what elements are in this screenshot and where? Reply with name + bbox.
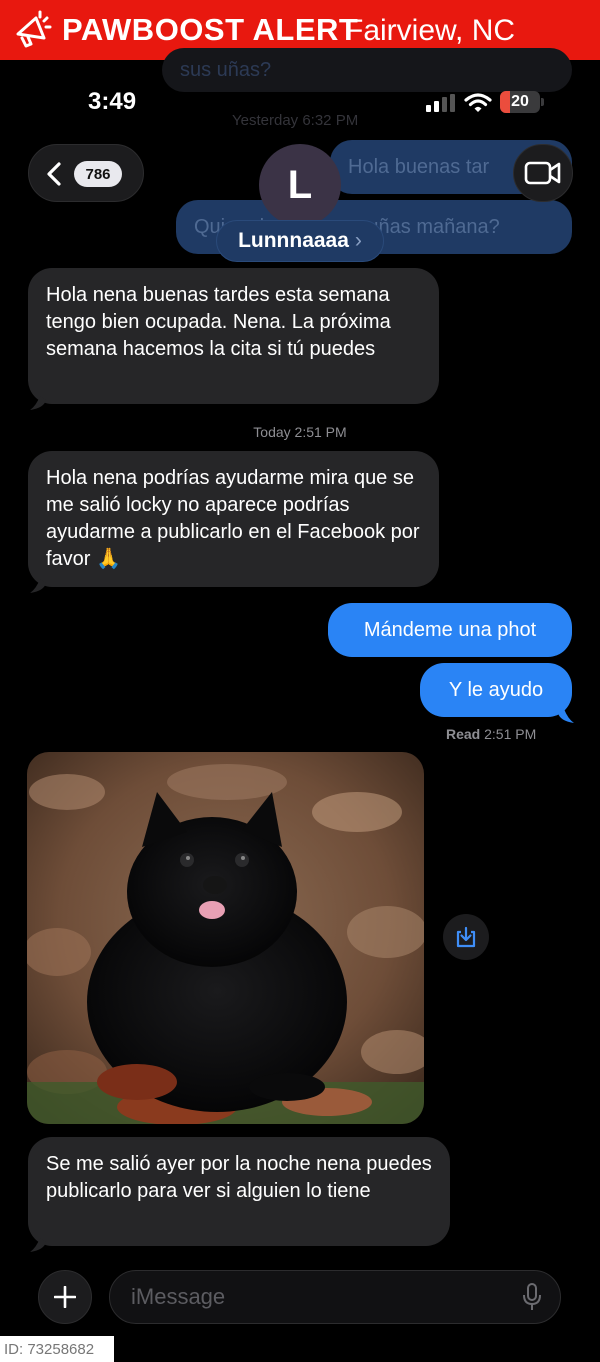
facetime-video-button[interactable] — [513, 144, 573, 202]
photo-attachment-dog[interactable] — [27, 752, 424, 1124]
bubble-tail — [30, 579, 46, 593]
cellular-signal-icon — [426, 94, 455, 112]
message-bubble-outgoing[interactable]: Y le ayudo — [420, 663, 572, 717]
ghost-timestamp: Yesterday 6:32 PM — [232, 112, 359, 129]
contact-name-button[interactable]: Lunnnaaaa › — [216, 220, 384, 262]
message-text: Mándeme una phot — [363, 618, 537, 641]
bubble-tail — [558, 709, 574, 723]
save-photo-button[interactable] — [443, 914, 489, 960]
alert-megaphone-icon — [16, 10, 52, 48]
banner-brand: PAWBOOST ALERT — [62, 12, 359, 47]
ghost-bubble-top-text: sus uñas? — [180, 58, 272, 81]
contact-avatar[interactable]: L — [259, 144, 341, 226]
message-bubble-outgoing[interactable]: Mándeme una phot — [328, 603, 572, 657]
imessage-placeholder[interactable]: iMessage — [131, 1284, 225, 1310]
read-label: Read — [446, 726, 481, 742]
message-bubble-incoming[interactable]: Hola nena buenas tardes esta semana teng… — [28, 268, 439, 404]
unread-count-badge[interactable]: 786 — [74, 161, 122, 187]
video-camera-icon — [524, 161, 561, 185]
microphone-icon[interactable] — [522, 1282, 542, 1312]
contact-name: Lunnnaaaa — [238, 229, 349, 252]
chevron-right-icon: › — [354, 229, 362, 252]
message-bubble-incoming[interactable]: Se me salió ayer por la noche nena puede… — [28, 1137, 450, 1246]
battery-percent: 20 — [511, 93, 529, 110]
pawboost-id-tag: ID: 73258682 — [0, 1336, 114, 1362]
plus-icon — [54, 1286, 76, 1308]
message-text: Hola nena podrías ayudarme mira que se m… — [46, 467, 420, 570]
message-bubble-incoming[interactable]: Hola nena podrías ayudarme mira que se m… — [28, 451, 439, 587]
chevron-left-icon[interactable] — [44, 162, 64, 186]
message-text: Hola nena buenas tardes esta semana teng… — [46, 284, 391, 360]
message-text: Se me salió ayer por la noche nena puede… — [46, 1153, 432, 1202]
ghost-bubble-hola-text: Hola buenas tar — [348, 155, 490, 178]
status-time: 3:49 — [88, 88, 137, 115]
battery-nub — [541, 98, 544, 106]
download-icon — [456, 926, 476, 948]
avatar-initial: L — [287, 162, 313, 207]
banner-location: Fairview, NC — [345, 14, 516, 47]
bubble-tail — [30, 1238, 46, 1252]
read-time: 2:51 PM — [484, 726, 537, 742]
bubble-tail — [30, 396, 46, 410]
dog-photo-image — [27, 752, 424, 1124]
battery-indicator: 20 — [500, 91, 540, 113]
timestamp-today: Today 2:51 PM — [253, 424, 347, 440]
add-attachment-button[interactable] — [38, 1270, 92, 1324]
wifi-icon — [464, 93, 492, 112]
read-receipt: Read 2:51 PM — [446, 726, 536, 742]
ghost-bubble-top: sus uñas? — [162, 48, 572, 92]
message-text: Y le ayudo — [448, 678, 544, 701]
